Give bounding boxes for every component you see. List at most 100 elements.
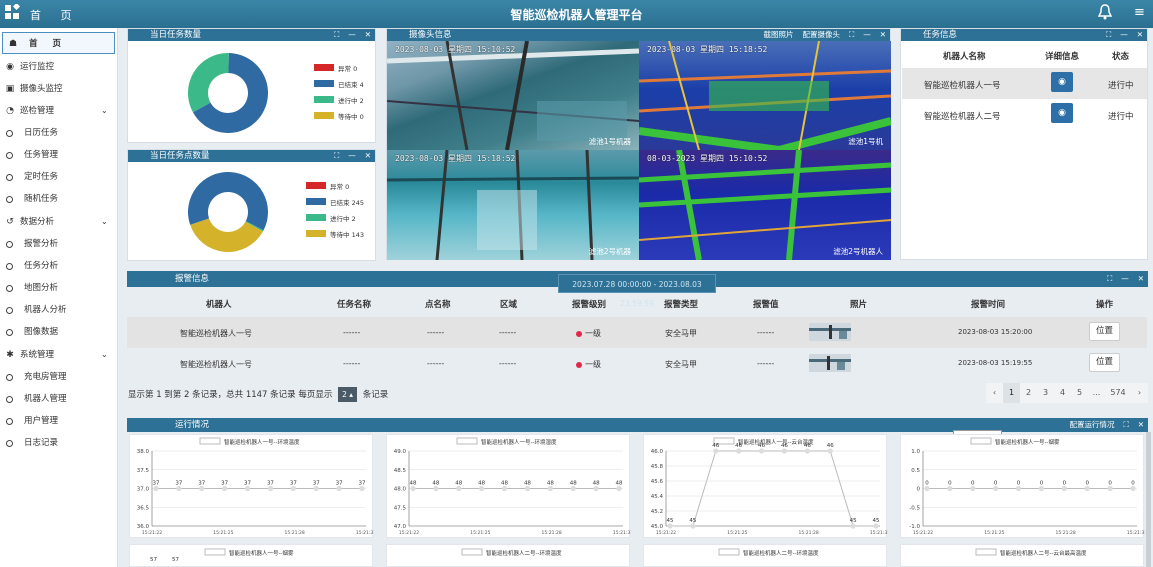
- data-point[interactable]: [313, 485, 319, 492]
- close-icon[interactable]: ✕: [365, 151, 371, 160]
- data-point[interactable]: [359, 485, 365, 492]
- sidebar-item[interactable]: 报警分析: [0, 233, 118, 255]
- sidebar-item[interactable]: 用户管理: [0, 410, 118, 432]
- close-icon[interactable]: ✕: [1138, 274, 1144, 283]
- close-icon[interactable]: ✕: [1137, 30, 1143, 39]
- data-point[interactable]: [713, 448, 719, 454]
- sidebar-item[interactable]: 任务管理: [0, 144, 118, 166]
- data-point[interactable]: [1107, 485, 1113, 492]
- expand-icon[interactable]: ⛶: [334, 151, 339, 160]
- page-button[interactable]: 4: [1054, 383, 1071, 403]
- sidebar-item[interactable]: 日历任务: [0, 122, 118, 144]
- data-point[interactable]: [524, 485, 531, 492]
- camera-feed[interactable]: 2023-08-03 星期四 15:10:52 滤池1号机器: [387, 41, 639, 150]
- page-button[interactable]: 574: [1105, 383, 1131, 403]
- data-point[interactable]: [176, 485, 182, 492]
- data-point[interactable]: [456, 485, 462, 492]
- expand-icon[interactable]: ⛶: [1107, 274, 1112, 283]
- date-range-picker[interactable]: 2023.07.28 00:00:00 - 2023.08.03 23:59:5…: [558, 274, 716, 308]
- page-button[interactable]: 5: [1071, 383, 1088, 403]
- data-point[interactable]: [222, 485, 228, 492]
- data-point[interactable]: [993, 485, 999, 492]
- alarm-photo-thumbnail[interactable]: [809, 323, 851, 341]
- sidebar-item[interactable]: 充电房管理: [0, 366, 118, 388]
- data-point[interactable]: [947, 485, 953, 492]
- data-point[interactable]: [479, 485, 485, 492]
- camera-feed[interactable]: 2023-08-03 星期四 15:18:52 滤池2号机器: [387, 150, 639, 260]
- view-details-button[interactable]: ◉: [1051, 72, 1073, 92]
- config-run-button[interactable]: 配置运行情况: [1069, 420, 1114, 429]
- minimize-icon[interactable]: —: [863, 30, 871, 39]
- scrollbar[interactable]: [1146, 432, 1151, 567]
- data-point[interactable]: [593, 485, 599, 492]
- expand-icon[interactable]: ⛶: [1123, 420, 1128, 429]
- data-point[interactable]: [736, 448, 742, 454]
- menu-icon[interactable]: ≡: [1134, 5, 1145, 20]
- location-button[interactable]: 位置: [1089, 353, 1120, 372]
- minimize-icon[interactable]: —: [348, 151, 356, 160]
- page-button[interactable]: ...: [1088, 383, 1105, 403]
- sidebar-item[interactable]: ↺ 数据分析 ⌄: [0, 211, 118, 233]
- sidebar-item[interactable]: 地图分析: [0, 277, 118, 299]
- view-details-button[interactable]: ◉: [1051, 103, 1073, 123]
- camera-feed[interactable]: 2023-08-03 星期四 15:18:52 滤池1号机: [639, 41, 891, 150]
- data-point[interactable]: [1015, 485, 1022, 492]
- sidebar-item[interactable]: ✱ 系统管理 ⌄: [0, 344, 118, 366]
- sidebar-item[interactable]: 机器人管理: [0, 388, 118, 410]
- close-icon[interactable]: ✕: [365, 30, 371, 39]
- expand-icon[interactable]: ⛶: [334, 30, 339, 39]
- sidebar-item[interactable]: 机器人分析: [0, 299, 118, 321]
- data-point[interactable]: [267, 485, 274, 492]
- data-point[interactable]: [244, 485, 251, 492]
- data-point[interactable]: [570, 485, 576, 492]
- page-button[interactable]: 1: [1003, 383, 1020, 403]
- data-point[interactable]: [667, 523, 673, 529]
- page-button[interactable]: 2: [1020, 383, 1037, 403]
- data-point[interactable]: [1130, 485, 1136, 492]
- data-point[interactable]: [850, 523, 856, 529]
- donut-slice[interactable]: [188, 53, 229, 113]
- sidebar-item[interactable]: 定时任务: [0, 166, 118, 188]
- data-point[interactable]: [873, 523, 879, 529]
- data-point[interactable]: [827, 448, 833, 454]
- data-point[interactable]: [199, 485, 205, 492]
- minimize-icon[interactable]: —: [1121, 274, 1129, 283]
- data-point[interactable]: [616, 485, 622, 492]
- page-button[interactable]: ›: [1131, 383, 1148, 403]
- data-point[interactable]: [924, 485, 930, 492]
- sidebar-item[interactable]: ▣ 摄像头监控: [0, 78, 118, 100]
- data-point[interactable]: [336, 485, 342, 492]
- sidebar-item[interactable]: 图像数据: [0, 321, 118, 343]
- sidebar-item[interactable]: ☗ 首 页: [2, 32, 115, 54]
- data-point[interactable]: [758, 448, 765, 454]
- sidebar-item[interactable]: 任务分析: [0, 255, 118, 277]
- data-point[interactable]: [970, 485, 976, 492]
- close-icon[interactable]: ✕: [880, 30, 886, 39]
- sidebar-item[interactable]: 日志记录: [0, 432, 118, 454]
- data-point[interactable]: [547, 485, 553, 492]
- page-size-select[interactable]: 2 ▴: [338, 387, 357, 402]
- snapshot-button[interactable]: 截图照片: [763, 30, 793, 39]
- data-point[interactable]: [690, 523, 696, 529]
- sidebar-item[interactable]: ◔ 巡检管理 ⌄: [0, 100, 118, 122]
- data-point[interactable]: [153, 485, 159, 492]
- location-button[interactable]: 位置: [1089, 322, 1120, 341]
- data-point[interactable]: [501, 485, 508, 492]
- data-point[interactable]: [1084, 485, 1090, 492]
- minimize-icon[interactable]: —: [348, 30, 356, 39]
- page-button[interactable]: ‹: [986, 383, 1003, 403]
- alarm-photo-thumbnail[interactable]: [809, 354, 851, 372]
- minimize-icon[interactable]: —: [1120, 30, 1128, 39]
- page-button[interactable]: 3: [1037, 383, 1054, 403]
- data-point[interactable]: [433, 485, 439, 492]
- sidebar-item[interactable]: ◉ 运行监控: [0, 56, 118, 78]
- config-camera-button[interactable]: 配置摄像头: [802, 30, 840, 39]
- data-point[interactable]: [290, 485, 296, 492]
- bell-icon[interactable]: [1098, 4, 1112, 20]
- expand-icon[interactable]: ⛶: [849, 30, 854, 39]
- data-point[interactable]: [410, 485, 416, 492]
- close-icon[interactable]: ✕: [1138, 420, 1144, 429]
- expand-icon[interactable]: ⛶: [1106, 30, 1111, 39]
- sidebar-item[interactable]: 随机任务: [0, 188, 118, 210]
- data-point[interactable]: [1038, 485, 1045, 492]
